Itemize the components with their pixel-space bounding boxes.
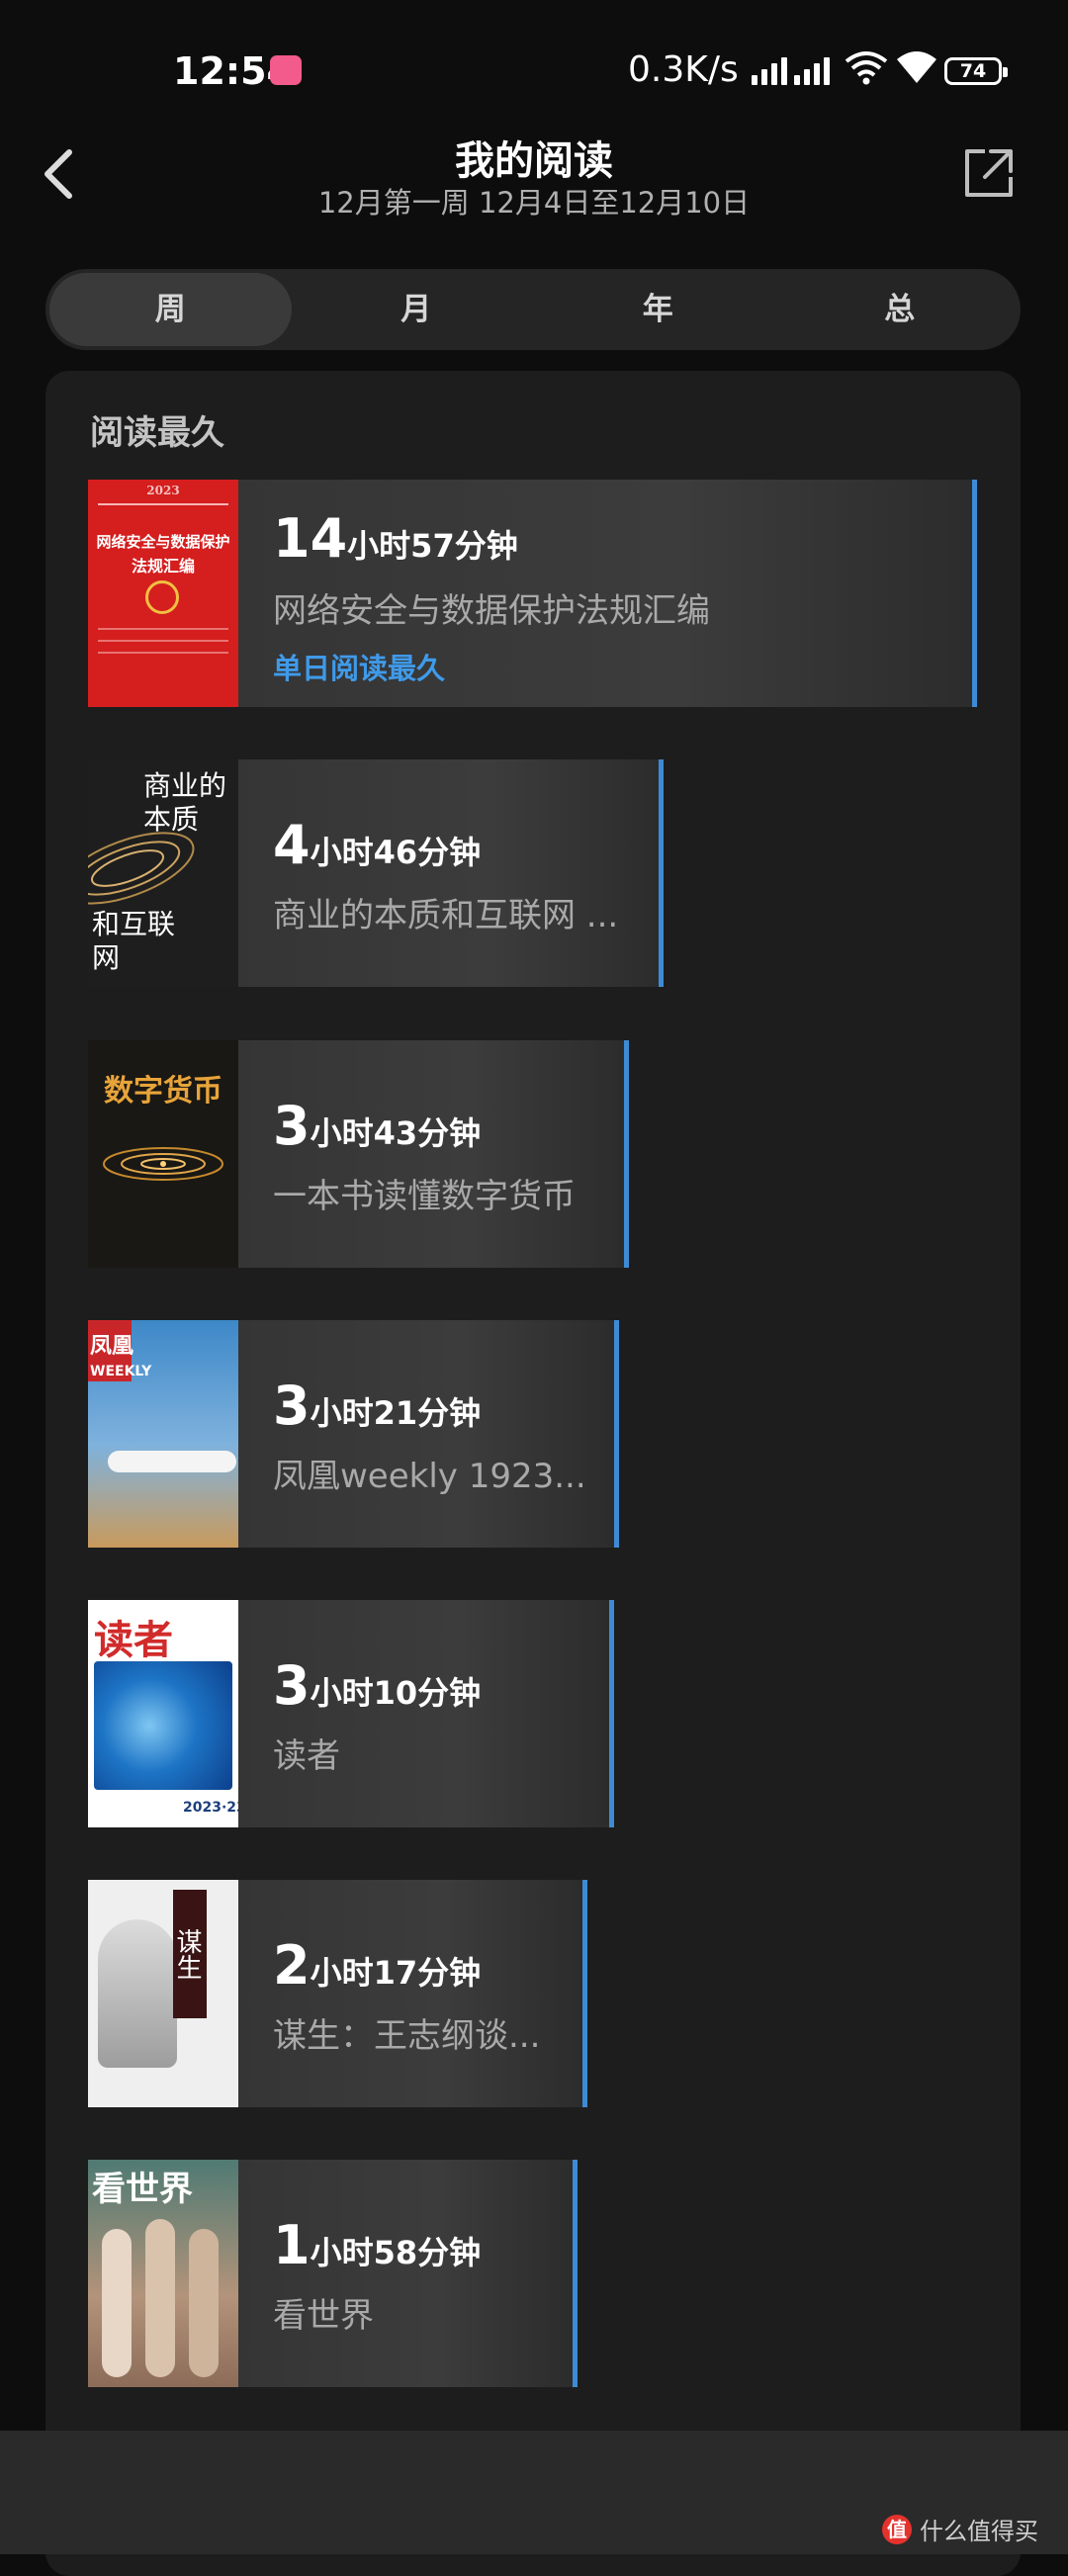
airplane-image [108, 1451, 236, 1472]
book-title: 网络安全与数据保护法规汇编 [273, 591, 710, 631]
reading-duration: 3小时10分钟 [273, 1654, 482, 1717]
tab-year[interactable]: 年 [537, 269, 779, 350]
cover-illustration [94, 1661, 232, 1790]
reading-duration: 3小时43分钟 [273, 1095, 482, 1157]
wifi-data-icon [845, 51, 888, 85]
notification-app-icon [270, 55, 302, 85]
book-cover: 2023 网络安全与数据保护 法规汇编 [88, 480, 238, 707]
book-cover: 看世界 [88, 2160, 238, 2387]
book-cover: 凤凰 WEEKLY [88, 1320, 238, 1548]
cover-title: 商业的本质 [143, 769, 227, 836]
signal-icon [752, 55, 787, 85]
status-bar: 12:54 0.3K/s 74 [0, 0, 1068, 138]
period-tabs: 周 月 年 总 [45, 269, 1021, 350]
wifi-icon [897, 51, 936, 83]
reading-duration: 3小时21分钟 [273, 1375, 482, 1437]
book-title: 读者 [273, 1736, 340, 1776]
cover-title: 看世界 [92, 2170, 193, 2209]
cover-year: 2023 [146, 484, 180, 497]
book-cover: 商业的本质 和互联网 [88, 759, 238, 987]
reading-duration-bar: 4小时46分钟 商业的本质和互联网 ... [238, 759, 664, 987]
reading-duration-bar: 3小时43分钟 一本书读懂数字货币 [238, 1040, 629, 1268]
page-title: 我的阅读 [455, 138, 613, 184]
signal-icon-2 [794, 55, 830, 85]
reading-duration: 2小时17分钟 [273, 1934, 482, 1997]
cover-title: 网络安全与数据保护 [96, 533, 230, 551]
tab-week[interactable]: 周 [49, 273, 292, 346]
cover-issue: 2023·23 [183, 1800, 238, 1816]
reading-duration-bar: 1小时58分钟 看世界 [238, 2160, 578, 2387]
cover-title: 读者 [94, 1617, 173, 1663]
cover-subtitle: WEEKLY [90, 1364, 152, 1379]
tab-month[interactable]: 月 [296, 269, 538, 350]
cover-subtitle: 法规汇编 [131, 557, 195, 576]
cover-title: 凤凰 [90, 1334, 134, 1359]
watermark-text: 什么值得买 [920, 2518, 1038, 2545]
watermark-logo-icon: 值 [882, 2514, 912, 2544]
reading-duration: 14小时57分钟 [273, 507, 518, 570]
portrait-illustration [98, 1919, 177, 2068]
tab-total[interactable]: 总 [779, 269, 1022, 350]
book-title: 凤凰weekly 1923... [273, 1457, 586, 1496]
cover-subtitle: 和互联网 [92, 908, 176, 974]
book-cover: 读者 2023·23 [88, 1600, 238, 1827]
book-title: 看世界 [273, 2296, 374, 2336]
book-cover: 谋生 [88, 1880, 238, 2107]
book-title: 商业的本质和互联网 ... [273, 896, 619, 935]
book-title: 一本书读懂数字货币 [273, 1177, 576, 1216]
reading-duration: 1小时58分钟 [273, 2214, 482, 2276]
share-icon[interactable] [959, 143, 1019, 203]
section-title: 阅读最久 [90, 413, 224, 453]
longest-reading-card: 阅读最久 2023 网络安全与数据保护 法规汇编 14小时57分钟 网络安全与数… [45, 371, 1021, 2576]
reading-duration-bar: 3小时10分钟 读者 [238, 1600, 614, 1827]
bottom-bar: 值 什么值得买 [0, 2431, 1068, 2554]
book-title: 谋生：王志纲谈... [273, 2016, 541, 2056]
book-cover: 数字货币 [88, 1040, 238, 1268]
network-speed: 0.3K/s [628, 49, 739, 90]
reading-duration-bar: 2小时17分钟 谋生：王志纲谈... [238, 1880, 587, 2107]
reading-duration: 4小时46分钟 [273, 814, 482, 876]
emblem-icon [145, 580, 179, 614]
cover-title: 谋生 [172, 1890, 207, 2018]
battery-icon: 74 [944, 57, 1008, 85]
reading-duration-bar: 14小时57分钟 网络安全与数据保护法规汇编 单日阅读最久 [238, 480, 977, 707]
date-range-subtitle: 12月第一周 12月4日至12月10日 [317, 186, 751, 220]
reading-duration-bar: 3小时21分钟 凤凰weekly 1923... [238, 1320, 619, 1548]
watermark: 值 什么值得买 [882, 2512, 1038, 2546]
longest-day-tag: 单日阅读最久 [273, 652, 446, 685]
